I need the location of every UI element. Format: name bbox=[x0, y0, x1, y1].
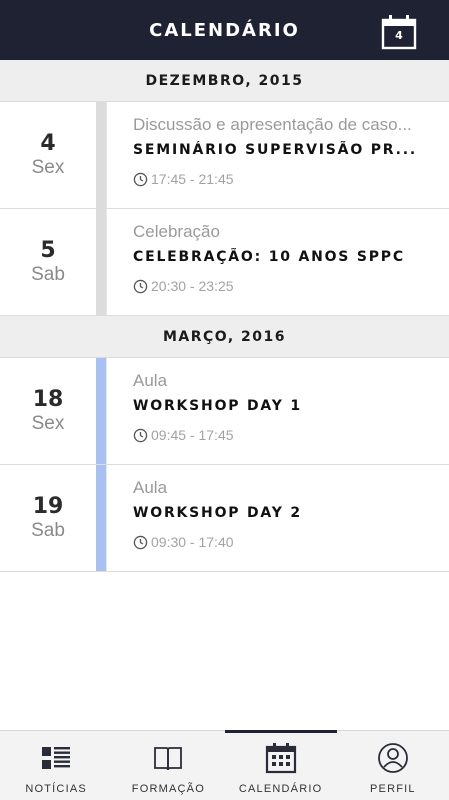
event-date: 5 Sab bbox=[0, 209, 96, 315]
event-time: 17:45 - 21:45 bbox=[133, 170, 435, 188]
month-header: MARÇO, 2016 bbox=[0, 316, 449, 358]
event-title: WORKSHOP DAY 2 bbox=[133, 505, 302, 521]
event-color-bar bbox=[96, 465, 106, 571]
event-row[interactable]: 4 Sex Discussão e apresentação de caso..… bbox=[0, 102, 449, 209]
tab-noticias[interactable]: NOTÍCIAS bbox=[0, 731, 112, 800]
event-weekday: Sab bbox=[31, 520, 65, 541]
event-title: SEMINÁRIO SUPERVISÃO PR... bbox=[133, 142, 417, 158]
event-date: 19 Sab bbox=[0, 465, 96, 571]
news-list-icon bbox=[39, 741, 73, 775]
event-weekday: Sab bbox=[31, 264, 65, 285]
event-category: Aula bbox=[133, 371, 168, 390]
event-date: 18 Sex bbox=[0, 358, 96, 464]
tab-formacao[interactable]: FORMAÇÃO bbox=[112, 731, 224, 800]
event-time: 20:30 - 23:25 bbox=[133, 277, 435, 295]
clock-icon bbox=[133, 279, 148, 294]
calendar-grid-icon bbox=[264, 741, 298, 775]
tab-calendario[interactable]: CALENDÁRIO bbox=[224, 730, 338, 800]
event-day: 5 bbox=[40, 238, 56, 263]
event-category: Discussão e apresentação de caso... bbox=[133, 115, 412, 134]
event-time-label: 09:30 - 17:40 bbox=[151, 534, 234, 550]
calendar-today-button[interactable]: 4 bbox=[381, 14, 417, 50]
event-list: DEZEMBRO, 2015 4 Sex Discussão e apresen… bbox=[0, 60, 449, 572]
tab-label: FORMAÇÃO bbox=[131, 783, 205, 795]
event-day: 19 bbox=[32, 494, 64, 519]
event-row[interactable]: 18 Sex Aula WORKSHOP DAY 1 09:45 - 17:45 bbox=[0, 358, 449, 465]
event-info: Celebração CELEBRAÇÃO: 10 ANOS SPPC 20:3… bbox=[106, 209, 449, 315]
event-title: WORKSHOP DAY 1 bbox=[133, 398, 302, 414]
clock-icon bbox=[133, 172, 148, 187]
event-time-label: 09:45 - 17:45 bbox=[151, 427, 234, 443]
event-color-bar bbox=[96, 102, 106, 208]
event-time: 09:45 - 17:45 bbox=[133, 426, 435, 444]
app-header: CALENDÁRIO 4 bbox=[0, 0, 449, 60]
event-date: 4 Sex bbox=[0, 102, 96, 208]
clock-icon bbox=[133, 428, 148, 443]
event-day: 18 bbox=[32, 387, 64, 412]
tab-label: NOTÍCIAS bbox=[25, 783, 87, 795]
event-title: CELEBRAÇÃO: 10 ANOS SPPC bbox=[133, 249, 405, 265]
event-weekday: Sex bbox=[31, 157, 65, 178]
tab-perfil[interactable]: PERFIL bbox=[337, 731, 449, 800]
page-title: CALENDÁRIO bbox=[149, 19, 300, 41]
open-book-icon bbox=[151, 741, 185, 775]
event-time-label: 17:45 - 21:45 bbox=[151, 171, 234, 187]
event-time-label: 20:30 - 23:25 bbox=[151, 278, 234, 294]
calendar-day-badge: 4 bbox=[395, 29, 403, 42]
event-color-bar bbox=[96, 209, 106, 315]
event-category: Aula bbox=[133, 478, 168, 497]
user-profile-icon bbox=[376, 741, 410, 775]
event-info: Aula WORKSHOP DAY 1 09:45 - 17:45 bbox=[106, 358, 449, 464]
month-header: DEZEMBRO, 2015 bbox=[0, 60, 449, 102]
event-color-bar bbox=[96, 358, 106, 464]
event-info: Discussão e apresentação de caso... SEMI… bbox=[106, 102, 449, 208]
event-time: 09:30 - 17:40 bbox=[133, 533, 435, 551]
event-row[interactable]: 5 Sab Celebração CELEBRAÇÃO: 10 ANOS SPP… bbox=[0, 209, 449, 316]
event-day: 4 bbox=[40, 131, 56, 156]
event-info: Aula WORKSHOP DAY 2 09:30 - 17:40 bbox=[106, 465, 449, 571]
event-weekday: Sex bbox=[31, 413, 65, 434]
bottom-tab-bar: NOTÍCIAS FORMAÇÃO CALENDÁRIO PERFIL bbox=[0, 730, 449, 800]
clock-icon bbox=[133, 535, 148, 550]
tab-label: CALENDÁRIO bbox=[238, 783, 323, 795]
tab-label: PERFIL bbox=[370, 783, 416, 795]
event-category: Celebração bbox=[133, 222, 220, 241]
event-row[interactable]: 19 Sab Aula WORKSHOP DAY 2 09:30 - 17:40 bbox=[0, 465, 449, 572]
